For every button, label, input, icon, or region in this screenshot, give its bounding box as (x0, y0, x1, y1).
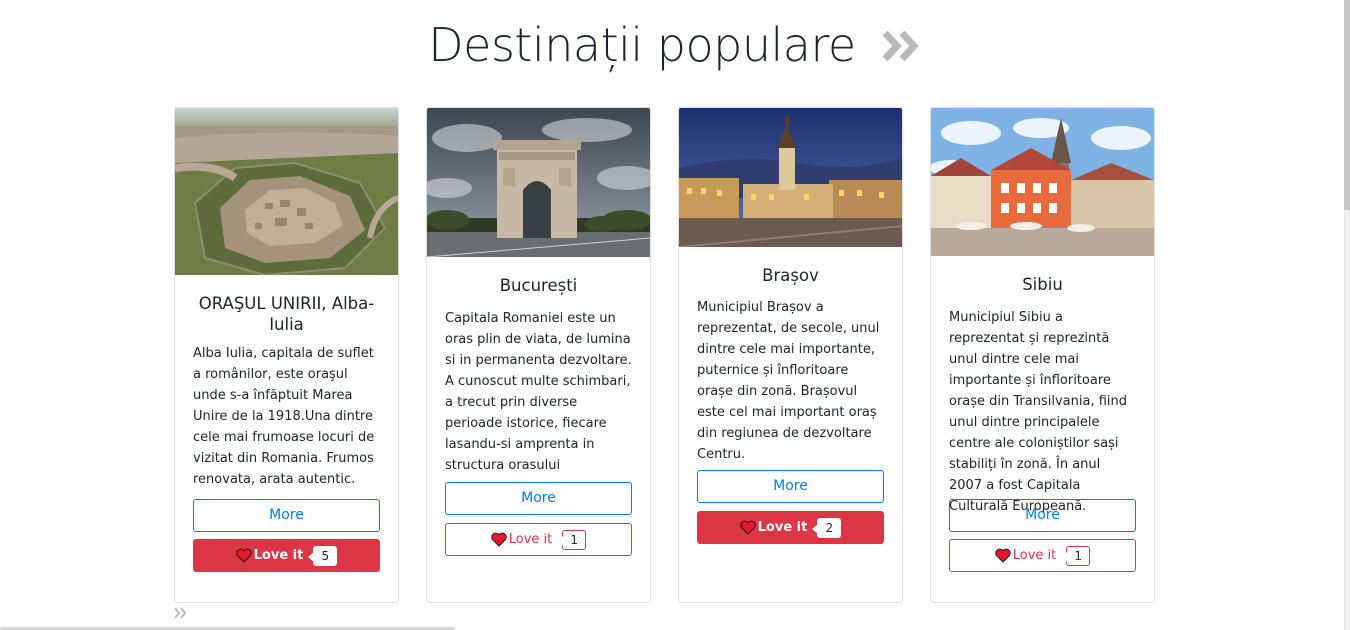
destination-card-bucuresti: București Capitala Romaniei este un oras… (426, 107, 651, 603)
heart-icon (235, 548, 252, 563)
love-it-label: Love it (757, 520, 808, 535)
card-text: Capitala Romaniei este un oras plin de v… (445, 311, 632, 473)
more-button[interactable]: More (445, 482, 632, 515)
alba-iulia-fortress-image (175, 108, 398, 275)
more-button[interactable]: More (697, 470, 884, 503)
heart-icon (739, 520, 756, 535)
destination-card-alba-iulia: ORAŞUL UNIRII, Alba-Iulia Alba Iulia, ca… (174, 107, 399, 603)
more-button[interactable]: More (193, 499, 380, 532)
destination-card-sibiu: Sibiu Municipiul Sibiu a reprezentat și … (930, 107, 1155, 603)
vertical-scrollbar-track[interactable] (1344, 0, 1350, 630)
love-it-button[interactable]: Love it 1 (949, 539, 1136, 572)
love-count-badge: 1 (556, 529, 587, 550)
card-text: Municipiul Brașov a reprezentat, de seco… (697, 300, 880, 462)
heart-icon (491, 532, 507, 547)
sibiu-small-square-image (931, 108, 1154, 256)
card-title: București (499, 276, 578, 295)
love-count-badge: 1 (1060, 545, 1091, 566)
love-it-label: Love it (1012, 548, 1057, 563)
brasov-council-square-image (679, 108, 902, 247)
love-it-label: Love it (253, 548, 304, 563)
vertical-scrollbar-thumb[interactable] (1344, 0, 1350, 210)
card-text: Alba Iulia, capitala de suflet a românil… (193, 346, 375, 487)
heart-icon (995, 548, 1011, 563)
love-it-button[interactable]: Love it 2 (697, 511, 884, 544)
love-it-label: Love it (508, 532, 553, 547)
section-heading: Destinații populare (0, 14, 1350, 72)
love-count-badge: 5 (308, 545, 338, 566)
destination-card-brasov: Brașov Municipiul Brașov a reprezentat, … (678, 107, 903, 603)
card-title: ORAŞUL UNIRII, Alba-Iulia (198, 294, 375, 334)
section-title: Destinații populare (428, 17, 856, 72)
double-chevron-right-icon (882, 30, 919, 61)
arcul-de-triumf-image (427, 108, 650, 257)
small-double-chevron-icon (174, 607, 187, 619)
card-title: Brașov (762, 266, 819, 285)
love-it-button[interactable]: Love it 5 (193, 539, 380, 572)
love-count-badge: 2 (812, 517, 842, 538)
love-it-button[interactable]: Love it 1 (445, 523, 632, 556)
card-title: Sibiu (1022, 275, 1063, 294)
card-text: Municipiul Sibiu a reprezentat și reprez… (949, 310, 1128, 514)
